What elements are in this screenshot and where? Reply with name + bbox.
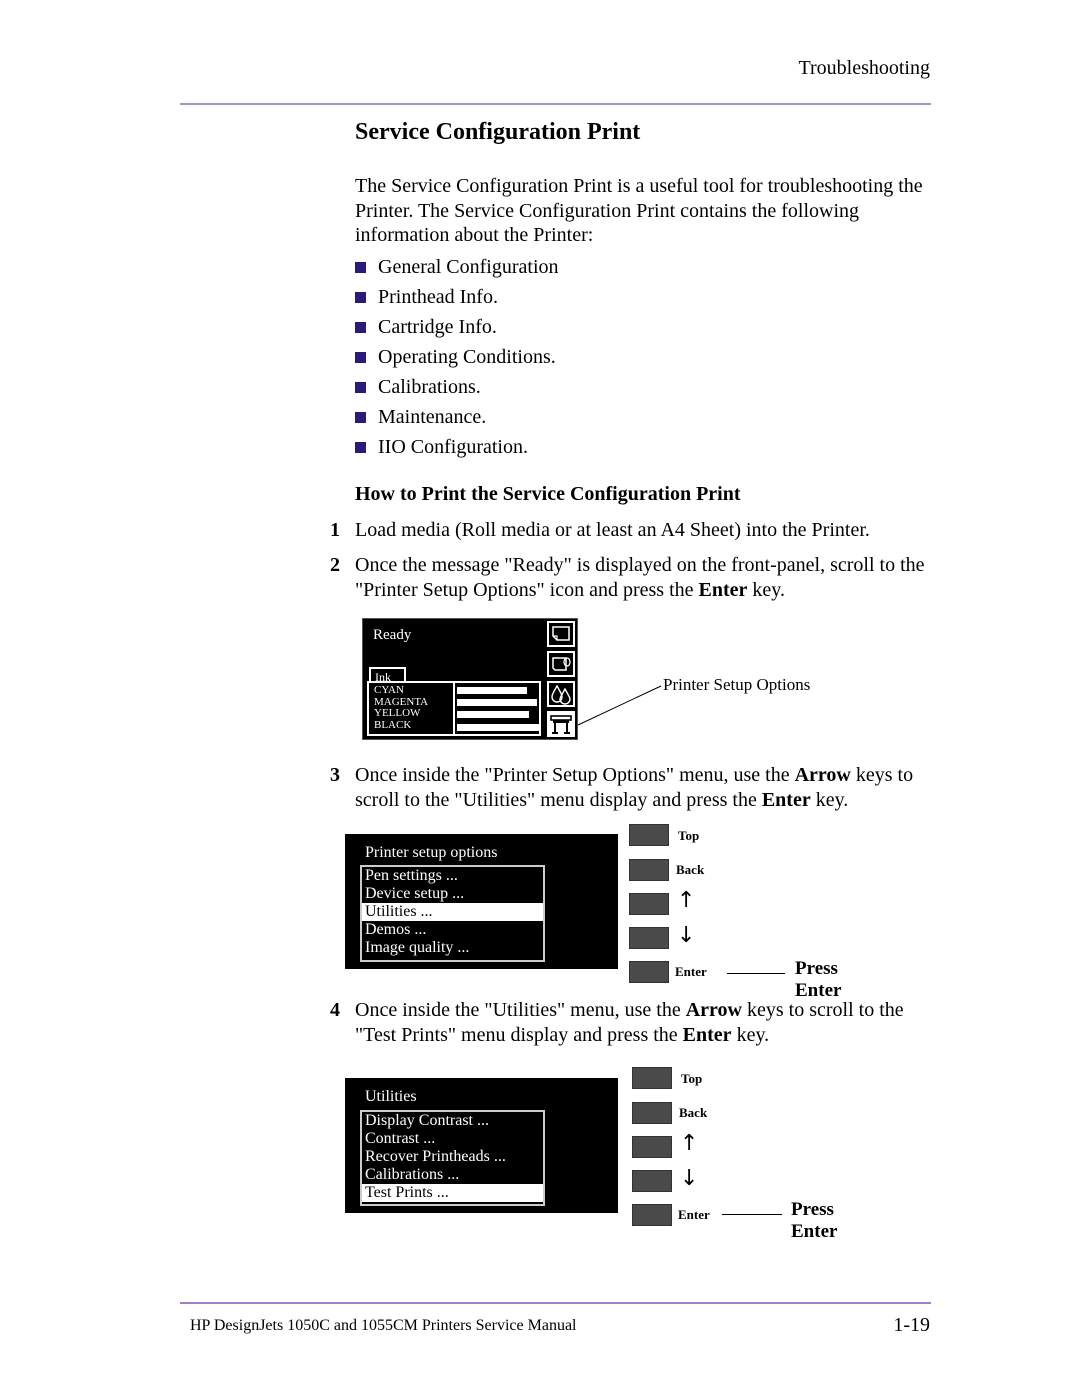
footer-rule bbox=[180, 1302, 931, 1304]
front-panel-ready-display: Ready Ink CYAN MAGENTA YELLOW BLACK bbox=[362, 618, 578, 740]
down-arrow-key[interactable] bbox=[632, 1170, 672, 1192]
ink-levels-box: CYAN MAGENTA YELLOW BLACK bbox=[367, 681, 541, 736]
square-bullet-icon bbox=[355, 291, 366, 303]
top-key-label: Top bbox=[681, 1071, 703, 1086]
down-arrow-icon: ↓ bbox=[677, 923, 696, 948]
intro-paragraph: The Service Configuration Print is a use… bbox=[355, 175, 923, 246]
list-item: General Configuration bbox=[355, 252, 559, 282]
step-2: 2 Once the message "Ready" is displayed … bbox=[330, 554, 925, 601]
top-key[interactable] bbox=[629, 824, 669, 846]
enter-key[interactable] bbox=[632, 1204, 672, 1226]
ink-drops-icon[interactable] bbox=[547, 681, 575, 707]
info-list: General Configuration Printhead Info. Ca… bbox=[355, 252, 559, 462]
menu-item[interactable]: Demos ... bbox=[362, 921, 543, 939]
square-bullet-icon bbox=[355, 321, 366, 333]
callout-line bbox=[577, 685, 662, 726]
up-arrow-icon: ↑ bbox=[677, 888, 696, 913]
menu-list: Display Contrast ... Contrast ... Recove… bbox=[360, 1110, 545, 1206]
menu-item[interactable]: Utilities ... bbox=[362, 903, 543, 921]
enter-key-label: Enter bbox=[678, 1207, 710, 1222]
ink-level-bar-yellow bbox=[457, 711, 529, 718]
list-item: Calibrations. bbox=[355, 372, 559, 402]
step-4: 4 Once inside the "Utilities" menu, use … bbox=[330, 999, 904, 1046]
press-enter-label: Press Enter bbox=[795, 958, 842, 1001]
header-rule bbox=[180, 103, 931, 105]
manual-title: HP DesignJets 1050C and 1055CM Printers … bbox=[190, 1317, 577, 1334]
menu-title: Printer setup options bbox=[365, 844, 498, 861]
list-item: Cartridge Info. bbox=[355, 312, 559, 342]
printer-setup-icon[interactable] bbox=[547, 711, 575, 737]
menu-item[interactable]: Image quality ... bbox=[362, 939, 543, 957]
up-arrow-key[interactable] bbox=[629, 893, 669, 915]
printer-setup-menu-display: Printer setup options Pen settings ... D… bbox=[345, 834, 618, 969]
list-item: Operating Conditions. bbox=[355, 342, 559, 372]
enter-key[interactable] bbox=[629, 961, 669, 983]
menu-list: Pen settings ... Device setup ... Utilit… bbox=[360, 865, 545, 962]
page-title: Service Configuration Print bbox=[355, 119, 641, 145]
enter-key-label: Enter bbox=[675, 964, 707, 979]
down-arrow-icon: ↓ bbox=[680, 1166, 699, 1191]
callout-line bbox=[722, 1214, 782, 1215]
ink-level-bar-black bbox=[457, 724, 539, 731]
up-arrow-key[interactable] bbox=[632, 1136, 672, 1158]
ink-level-bar-cyan bbox=[457, 687, 527, 694]
utilities-menu-display: Utilities Display Contrast ... Contrast … bbox=[345, 1078, 618, 1213]
top-key[interactable] bbox=[632, 1067, 672, 1089]
back-key-label: Back bbox=[679, 1105, 708, 1120]
back-key[interactable] bbox=[629, 859, 669, 881]
ink-names: CYAN MAGENTA YELLOW BLACK bbox=[374, 684, 429, 731]
list-item: IIO Configuration. bbox=[355, 432, 559, 462]
callout-line bbox=[727, 973, 785, 974]
menu-item[interactable]: Display Contrast ... bbox=[362, 1112, 543, 1130]
back-key-label: Back bbox=[676, 862, 705, 877]
page-number: 1-19 bbox=[893, 1314, 930, 1336]
menu-title: Utilities bbox=[365, 1088, 417, 1105]
menu-item[interactable]: Device setup ... bbox=[362, 885, 543, 903]
sheet-media-icon[interactable] bbox=[547, 621, 575, 647]
panel-icon-column bbox=[547, 619, 577, 739]
square-bullet-icon bbox=[355, 261, 366, 273]
square-bullet-icon bbox=[355, 441, 366, 453]
list-item: Printhead Info. bbox=[355, 282, 559, 312]
list-item: Maintenance. bbox=[355, 402, 559, 432]
menu-item[interactable]: Pen settings ... bbox=[362, 867, 543, 885]
square-bullet-icon bbox=[355, 381, 366, 393]
ink-divider bbox=[453, 683, 455, 734]
ink-level-bar-magenta bbox=[457, 699, 537, 706]
menu-item[interactable]: Recover Printheads ... bbox=[362, 1148, 543, 1166]
square-bullet-icon bbox=[355, 351, 366, 363]
roll-media-icon[interactable] bbox=[547, 651, 575, 677]
menu-item[interactable]: Contrast ... bbox=[362, 1130, 543, 1148]
step-3: 3 Once inside the "Printer Setup Options… bbox=[330, 764, 914, 811]
status-text: Ready bbox=[373, 627, 412, 643]
callout-label: Printer Setup Options bbox=[663, 675, 811, 694]
down-arrow-key[interactable] bbox=[629, 927, 669, 949]
back-key[interactable] bbox=[632, 1102, 672, 1124]
press-enter-label: Press Enter bbox=[791, 1199, 838, 1242]
top-key-label: Top bbox=[678, 828, 700, 843]
up-arrow-icon: ↑ bbox=[680, 1131, 699, 1156]
square-bullet-icon bbox=[355, 411, 366, 423]
step-1: 1 Load media (Roll media or at least an … bbox=[330, 519, 870, 541]
menu-item[interactable]: Calibrations ... bbox=[362, 1166, 543, 1184]
howto-heading: How to Print the Service Configuration P… bbox=[355, 483, 741, 505]
menu-item[interactable]: Test Prints ... bbox=[362, 1184, 543, 1202]
running-head: Troubleshooting bbox=[798, 57, 930, 79]
